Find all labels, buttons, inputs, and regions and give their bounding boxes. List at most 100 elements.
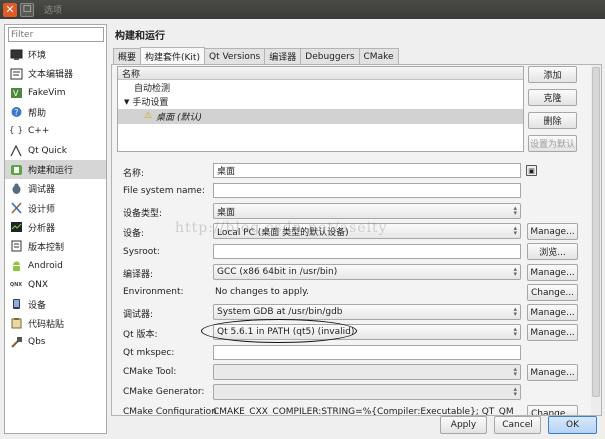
tab-cmake[interactable]: CMake <box>358 48 399 64</box>
cpp-braces-icon: { } <box>8 126 24 137</box>
maximize-window-icon[interactable]: □ <box>20 2 34 17</box>
sysroot-label: Sysroot: <box>123 247 160 257</box>
highlight-ellipse-annotation <box>201 319 357 343</box>
name-label: 名称: <box>123 169 145 179</box>
close-window-icon[interactable]: ✕ <box>3 2 17 17</box>
clone-kit-button[interactable]: 克隆 <box>528 89 577 106</box>
analyzer-icon <box>9 221 23 234</box>
sidebar-item-text-editor[interactable]: 文本编辑器 <box>5 64 106 83</box>
panel-scrollbar[interactable] <box>591 65 601 415</box>
change-cmake-configuration-button[interactable]: Change... <box>527 405 578 415</box>
sidebar-item-fakevim[interactable]: V FakeVim <box>5 83 106 102</box>
kit-group-label: 手动设置 <box>132 98 169 109</box>
tab-kits[interactable]: 构建套件(Kit) <box>140 47 205 64</box>
sysroot-field[interactable] <box>213 244 521 259</box>
cmake-tool-select[interactable]: ▴ ▾ <box>213 364 521 380</box>
sidebar-item-label: 调试器 <box>28 185 56 196</box>
device-icon <box>9 298 23 311</box>
tab-debuggers[interactable]: Debuggers <box>300 48 360 64</box>
warning-icon: ⚠ <box>144 111 153 122</box>
manage-compilers-button[interactable]: Manage... <box>527 264 578 281</box>
name-field[interactable]: 桌面 <box>213 163 521 178</box>
tab-qt-versions[interactable]: Qt Versions <box>203 48 266 64</box>
sidebar-item-label: 环境 <box>28 51 47 62</box>
sidebar-item-version-control[interactable]: 版本控制 <box>5 237 106 256</box>
kit-group-label: 自动检测 <box>134 83 171 94</box>
manage-cmake-button[interactable]: Manage... <box>527 364 578 381</box>
remove-kit-button[interactable]: 删除 <box>528 112 577 129</box>
svg-text:V: V <box>13 89 19 98</box>
kit-icon-picker-icon[interactable]: ▣ <box>526 165 537 176</box>
sidebar-item-qnx[interactable]: QNX QNX <box>5 275 106 294</box>
cmake-generator-label: CMake Generator: <box>123 387 205 397</box>
combo-arrow-icon: ▴ ▾ <box>513 325 517 338</box>
sidebar-item-android[interactable]: Android <box>5 256 106 275</box>
tab-bar: 概要 构建套件(Kit) Qt Versions 编译器 Debuggers C… <box>113 47 399 64</box>
manage-qt-versions-button[interactable]: Manage... <box>527 324 578 341</box>
file-system-name-field[interactable] <box>213 183 521 198</box>
manage-debuggers-button[interactable]: Manage... <box>527 304 578 321</box>
sidebar-item-code-paste[interactable]: 代码粘贴 <box>5 314 106 333</box>
kit-item-label: 桌面 (默认) <box>156 112 202 123</box>
qt-mkspec-field[interactable] <box>213 345 521 360</box>
options-main-area: 构建和运行 概要 构建套件(Kit) Qt Versions 编译器 Debug… <box>110 22 603 416</box>
make-default-button[interactable]: 设置为默认 <box>528 135 577 152</box>
change-environment-button[interactable]: Change... <box>527 284 578 301</box>
add-kit-button[interactable]: 添加 <box>528 66 577 83</box>
file-system-name-label: File system name: <box>123 186 205 196</box>
device-type-select[interactable]: 桌面 ▴ ▾ <box>213 203 521 219</box>
filter-input[interactable] <box>8 27 104 42</box>
compiler-select[interactable]: GCC (x86 64bit in /usr/bin) ▴ ▾ <box>213 264 521 280</box>
tab-compilers[interactable]: 编译器 <box>264 48 302 64</box>
ok-button[interactable]: OK <box>548 416 597 434</box>
android-icon <box>9 259 23 272</box>
kit-group-auto-detected[interactable]: 自动检测 <box>118 80 523 95</box>
debugger-select[interactable]: System GDB at /usr/bin/gdb ▴ ▾ <box>213 304 521 320</box>
sidebar-item-qbs[interactable]: Qbs <box>5 333 106 352</box>
page-title: 构建和运行 <box>115 31 165 42</box>
manage-devices-button[interactable]: Manage... <box>527 223 578 240</box>
help-icon: ? <box>9 106 23 119</box>
watermark: http://blog.csdn.net/aseity <box>175 220 388 236</box>
combo-arrow-icon: ▴ ▾ <box>513 305 517 318</box>
sidebar-item-label: Android <box>28 260 63 271</box>
kit-group-manual[interactable]: ▼ 手动设置 <box>118 95 523 110</box>
sidebar-item-label: Qt Quick <box>28 145 67 156</box>
sidebar-item-devices[interactable]: 设备 <box>5 294 106 313</box>
sidebar-item-label: 设计师 <box>28 204 56 215</box>
cmake-tool-label: CMake Tool: <box>123 367 177 377</box>
device-type-value: 桌面 <box>217 207 236 218</box>
scrollbar-thumb[interactable] <box>592 67 600 397</box>
sidebar-item-help[interactable]: ? 帮助 <box>5 103 106 122</box>
monitor-icon <box>9 48 23 61</box>
combo-arrow-icon: ▴ ▾ <box>513 265 517 278</box>
build-run-icon <box>9 163 23 176</box>
sidebar-item-environment[interactable]: 环境 <box>5 45 106 64</box>
kit-item-desktop[interactable]: ⚠ 桌面 (默认) <box>118 109 523 124</box>
sidebar-item-qt-quick[interactable]: Qt Quick <box>5 141 106 160</box>
expand-arrow-icon[interactable]: ▼ <box>124 98 129 106</box>
sidebar-item-analyzer[interactable]: 分析器 <box>5 218 106 237</box>
category-list: 环境 文本编辑器 V FakeVim ? 帮助 { } C++ Qt Quick… <box>5 45 106 352</box>
kit-list[interactable]: 名称 自动检测 ▼ 手动设置 ⚠ 桌面 (默认) <box>117 66 524 152</box>
combo-arrow-icon: ▴ ▾ <box>513 224 517 237</box>
qt-version-label: Qt 版本: <box>123 330 158 340</box>
tab-overview[interactable]: 概要 <box>113 48 142 64</box>
qbs-icon <box>9 336 23 349</box>
browse-sysroot-button[interactable]: 浏览... <box>527 243 578 260</box>
debugger-icon <box>9 182 23 195</box>
cmake-configuration-value: CMAKE_CXX_COMPILER:STRING=%{Compiler:Exe… <box>213 407 513 416</box>
sidebar-item-cpp[interactable]: { } C++ <box>5 122 106 141</box>
qnx-icon: QNX <box>9 281 23 288</box>
sidebar-item-designer[interactable]: 设计师 <box>5 199 106 218</box>
sidebar-item-label: 帮助 <box>28 108 47 119</box>
sidebar-item-build-run[interactable]: 构建和运行 <box>5 160 106 180</box>
environment-label: Environment: <box>123 287 184 297</box>
cmake-generator-select[interactable]: ▴ ▾ <box>213 384 521 400</box>
sidebar-item-debugger[interactable]: 调试器 <box>5 179 106 198</box>
combo-arrow-icon: ▴ ▾ <box>513 365 517 378</box>
apply-button[interactable]: Apply <box>440 416 487 434</box>
sidebar-item-label: FakeVim <box>28 87 66 98</box>
debugger-label: 调试器: <box>123 310 154 320</box>
cancel-button[interactable]: Cancel <box>494 416 541 434</box>
